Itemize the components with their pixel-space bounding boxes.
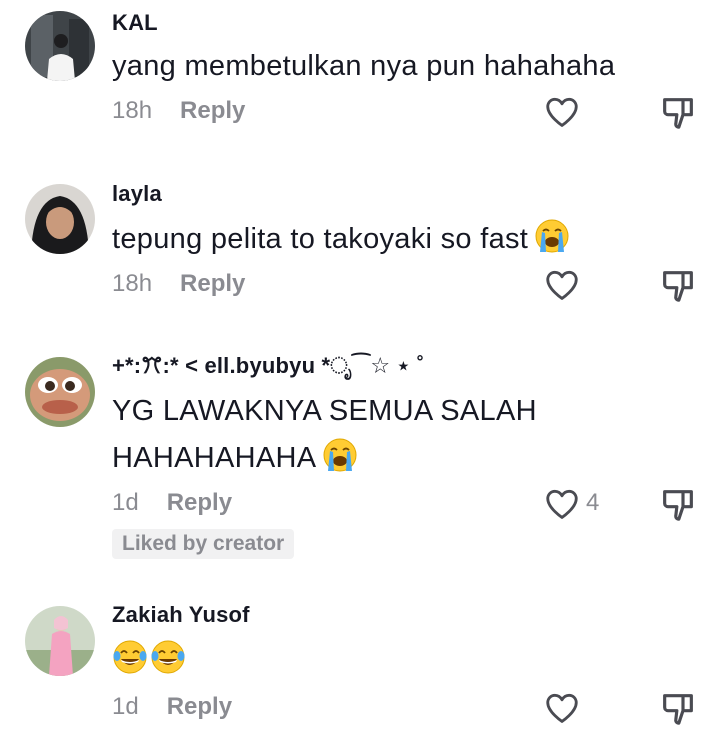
reply-button[interactable]: Reply — [167, 693, 232, 720]
comment-meta: 18h Reply — [112, 270, 245, 298]
comment-text-line: HAHAHAHAHA — [112, 434, 358, 482]
comment-text: yang membetulkan nya pun hahahaha — [112, 50, 616, 82]
avatar[interactable] — [25, 184, 95, 254]
heart-icon[interactable] — [543, 93, 581, 131]
avatar-image — [25, 357, 95, 427]
comment-meta: 1d Reply — [112, 489, 232, 517]
face-with-tears-of-joy-icon — [150, 639, 186, 675]
face-with-tears-of-joy-icon — [112, 639, 148, 675]
reply-button[interactable]: Reply — [180, 270, 245, 297]
heart-icon[interactable] — [543, 266, 581, 304]
heart-icon[interactable] — [543, 689, 581, 727]
avatar-image — [25, 11, 95, 81]
loudly-crying-face-icon — [322, 437, 358, 473]
dislike-icon[interactable] — [658, 485, 698, 525]
avatar[interactable] — [25, 606, 95, 676]
comment-meta: 18h Reply — [112, 97, 245, 125]
username[interactable]: +*:ꔫ:* < ell.byubyu *ೃ⁀☆ ⋆ ˚ — [112, 353, 424, 379]
comment-text — [112, 636, 186, 684]
timestamp: 18h — [112, 97, 153, 124]
dislike-icon[interactable] — [658, 266, 698, 306]
comment-text: tepung pelita to takoyaki so fast — [112, 215, 570, 263]
username[interactable]: KAL — [112, 10, 158, 36]
timestamp: 1d — [112, 489, 139, 516]
heart-icon[interactable] — [543, 485, 581, 523]
timestamp: 1d — [112, 693, 139, 720]
avatar-image — [25, 184, 95, 254]
comment-text-content: tepung pelita to takoyaki so fast — [112, 223, 529, 255]
liked-by-creator-badge: Liked by creator — [112, 529, 295, 559]
avatar[interactable] — [25, 357, 95, 427]
comment-text-content: HAHAHAHAHA — [112, 442, 317, 474]
timestamp: 18h — [112, 270, 153, 297]
like-count: 4 — [586, 489, 600, 516]
avatar-image — [25, 606, 95, 676]
comment-meta: 1d Reply — [112, 693, 232, 721]
username[interactable]: layla — [112, 181, 162, 207]
reply-button[interactable]: Reply — [180, 97, 245, 124]
reply-button[interactable]: Reply — [167, 489, 232, 516]
dislike-icon[interactable] — [658, 689, 698, 729]
comment-text-line: YG LAWAKNYA SEMUA SALAH — [112, 395, 537, 427]
avatar[interactable] — [25, 11, 95, 81]
username[interactable]: Zakiah Yusof — [112, 602, 250, 628]
loudly-crying-face-icon — [534, 218, 570, 254]
dislike-icon[interactable] — [658, 93, 698, 133]
